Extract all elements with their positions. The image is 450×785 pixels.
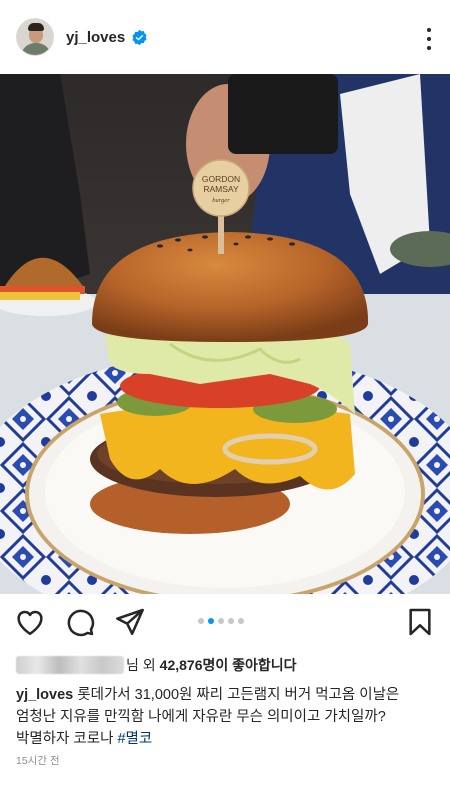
- caption-line-1: 롯데가서 31,000원 짜리 고든램지 버거 먹고옴 이날은: [77, 687, 400, 703]
- carousel-dot-active: [208, 618, 214, 624]
- post-header: yj_loves: [0, 0, 450, 74]
- carousel-dot: [198, 618, 204, 624]
- share-icon[interactable]: [114, 606, 146, 638]
- caption-line-3: 박멸하자 코로나: [16, 731, 114, 747]
- bookmark-icon[interactable]: [404, 606, 436, 638]
- header-username[interactable]: yj_loves: [66, 29, 125, 46]
- likes-count[interactable]: 42,876명이 좋아합니다: [160, 655, 297, 675]
- post-timestamp: 15시간 전: [16, 755, 60, 767]
- avatar[interactable]: [16, 18, 54, 56]
- more-options-icon[interactable]: [426, 28, 432, 50]
- caption-username[interactable]: yj_loves: [16, 687, 73, 703]
- carousel-dot: [238, 618, 244, 624]
- likes-suffix: 님: [126, 657, 139, 673]
- post-photo[interactable]: GORDON RAMSAY burger: [0, 74, 450, 594]
- pick-text-gordon: GORDON: [202, 174, 240, 184]
- verified-badge-icon: [132, 29, 147, 45]
- blurred-liker-name: [16, 656, 124, 674]
- carousel-dot: [228, 618, 234, 624]
- heart-icon[interactable]: [14, 606, 46, 638]
- caption-line-2: 엄청난 지유를 만끽함 나에게 자유란 무슨 의미이고 가치일까?: [16, 709, 386, 725]
- caption: yj_loves 롯데가서 31,000원 짜리 고든램지 버거 먹고옴 이날은…: [16, 684, 436, 750]
- carousel-dot: [218, 618, 224, 624]
- pick-text-ramsay: RAMSAY: [203, 184, 239, 194]
- carousel-indicator: [198, 618, 244, 624]
- caption-hashtag[interactable]: #멸코: [117, 731, 152, 747]
- burger-photo-illustration: GORDON RAMSAY burger: [0, 74, 450, 594]
- likes-line[interactable]: 님 외 42,876명이 좋아합니다: [16, 654, 297, 676]
- pick-text-burger: burger: [212, 197, 230, 204]
- comment-icon[interactable]: [64, 606, 96, 638]
- likes-prefix: 외: [142, 657, 156, 673]
